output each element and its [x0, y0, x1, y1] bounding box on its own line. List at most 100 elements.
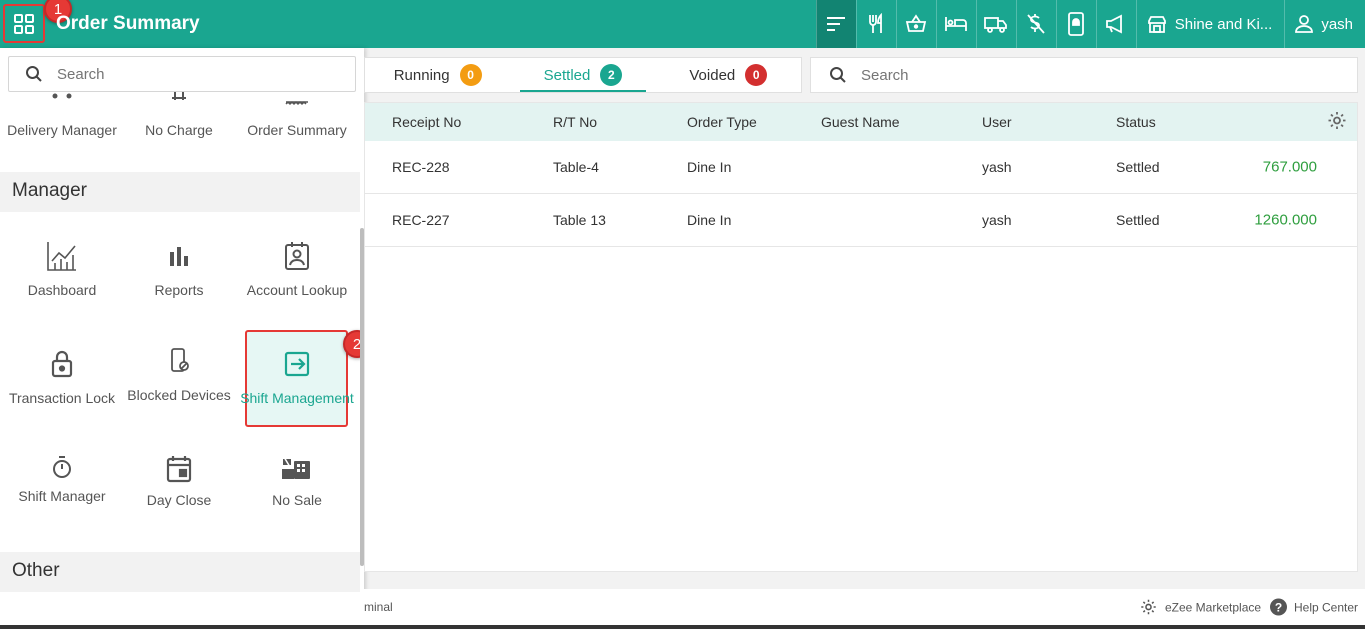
table-header: Receipt No R/T No Order Type Guest Name … — [365, 103, 1357, 141]
tile-label: Blocked Devices — [127, 387, 231, 403]
tile-label: Order Summary — [247, 122, 347, 138]
menu-shift-manager[interactable]: Shift Manager — [3, 454, 121, 506]
lock-icon — [51, 350, 73, 378]
menu-reports[interactable]: Reports — [120, 238, 238, 300]
grid-icon — [14, 13, 34, 34]
order-summary-icon — [285, 100, 308, 106]
user: yash — [982, 212, 1012, 228]
store-icon — [1147, 16, 1166, 33]
sidebar-menu: Delivery Manager No Charge Order Summary… — [0, 48, 364, 629]
col-guest-name: Guest Name — [821, 114, 900, 130]
col-status: Status — [1116, 114, 1156, 130]
help-icon: ? — [1270, 598, 1287, 616]
order-type: Dine In — [687, 159, 732, 175]
basket-button[interactable] — [895, 0, 936, 48]
tab-settled[interactable]: Settled 2 — [510, 58, 655, 92]
basket-icon — [906, 14, 927, 32]
col-receipt-no: Receipt No — [392, 114, 462, 130]
settled-count-badge: 2 — [600, 64, 623, 86]
sidebar-search[interactable] — [8, 56, 356, 92]
sort-button[interactable] — [815, 0, 856, 48]
menu-dashboard[interactable]: Dashboard — [3, 238, 121, 300]
page-title: Order Summary — [56, 13, 200, 34]
menu-no-sale[interactable]: No Sale — [238, 454, 356, 510]
room-button[interactable] — [935, 0, 976, 48]
rt-no: Table-4 — [553, 159, 599, 175]
receipt-no: REC-227 — [392, 212, 450, 228]
apps-menu-button[interactable] — [3, 4, 45, 43]
order-type: Dine In — [687, 212, 732, 228]
tab-running[interactable]: Running 0 — [365, 58, 510, 92]
menu-day-close[interactable]: Day Close — [120, 454, 238, 510]
taskbar-edge — [0, 625, 1365, 629]
status: Settled — [1116, 159, 1160, 175]
restaurant-icon — [869, 13, 883, 33]
menu-blocked-devices[interactable]: Blocked Devices — [120, 343, 238, 405]
menu-account-lookup[interactable]: Account Lookup — [238, 238, 356, 300]
calendar-icon — [166, 456, 192, 483]
menu-transaction-lock[interactable]: Transaction Lock — [3, 346, 121, 408]
shift-login-icon — [284, 351, 310, 377]
menu-order-summary[interactable]: Order Summary — [238, 92, 356, 140]
tab-voided[interactable]: Voided 0 — [656, 58, 801, 92]
restaurant-button[interactable] — [855, 0, 896, 48]
mobile-button[interactable] — [1055, 0, 1096, 48]
tile-label: No Sale — [272, 492, 322, 508]
sort-icon — [827, 17, 846, 31]
no-charge-menu-icon — [172, 92, 186, 100]
footer-terminal-text: minal — [364, 600, 393, 614]
status: Settled — [1116, 212, 1160, 228]
search-icon — [26, 66, 42, 82]
truck-icon — [984, 17, 1008, 33]
tab-label: Voided — [689, 66, 736, 84]
amount: 767.000 — [1262, 158, 1317, 176]
top-toolbar: Shine and Ki... yash — [815, 0, 1365, 48]
marketplace-label: eZee Marketplace — [1165, 600, 1262, 614]
col-rt-no: R/T No — [553, 114, 598, 130]
bed-icon — [945, 17, 968, 31]
order-search[interactable] — [810, 57, 1358, 93]
stopwatch-icon — [53, 456, 71, 478]
menu-delivery-manager[interactable]: Delivery Manager — [3, 92, 121, 140]
blocked-device-icon — [171, 348, 189, 372]
section-other: Other — [0, 552, 360, 592]
tile-label: Account Lookup — [246, 282, 348, 298]
order-status-tabs: Running 0 Settled 2 Voided 0 — [364, 57, 802, 93]
rt-no: Table 13 — [553, 212, 606, 228]
marketplace-link[interactable]: eZee Marketplace — [1140, 599, 1261, 616]
menu-shift-management[interactable]: Shift Management — [238, 346, 356, 408]
order-search-input[interactable] — [861, 66, 1261, 84]
col-user: User — [982, 114, 1012, 130]
gear-icon — [1141, 599, 1156, 615]
table-row[interactable]: REC-228 Table-4 Dine In yash Settled 767… — [365, 141, 1357, 194]
outlet-selector[interactable]: Shine and Ki... — [1135, 0, 1285, 48]
table-row[interactable]: REC-227 Table 13 Dine In yash Settled 12… — [365, 194, 1357, 247]
tab-label: Running — [393, 66, 450, 84]
search-icon — [830, 67, 846, 83]
outlet-name: Shine and Ki... — [1174, 15, 1273, 33]
cash-register-icon — [282, 456, 310, 479]
tab-label: Settled — [543, 66, 591, 84]
receipt-no: REC-228 — [392, 159, 450, 175]
section-manager: Manager — [0, 172, 360, 212]
megaphone-icon — [1106, 14, 1123, 34]
user-menu[interactable]: yash — [1284, 0, 1365, 48]
tile-label: Shift Management — [240, 390, 354, 406]
help-center-link[interactable]: ? Help Center — [1270, 598, 1359, 616]
tile-label: Reports — [154, 282, 204, 298]
sidebar-search-input[interactable] — [57, 65, 317, 83]
tile-label: Transaction Lock — [8, 390, 116, 406]
contact-card-icon — [285, 242, 309, 270]
running-count-badge: 0 — [459, 64, 482, 86]
help-label: Help Center — [1294, 600, 1359, 614]
menu-no-charge[interactable]: No Charge — [120, 92, 238, 140]
mobile-icon — [1068, 12, 1085, 36]
tile-label: Dashboard — [27, 282, 97, 298]
no-charge-button[interactable] — [1015, 0, 1056, 48]
col-order-type: Order Type — [687, 114, 757, 130]
announcement-button[interactable] — [1095, 0, 1136, 48]
user-icon — [1295, 15, 1314, 33]
delivery-button[interactable] — [975, 0, 1016, 48]
gear-icon — [1328, 112, 1346, 129]
table-settings-button[interactable] — [1327, 111, 1347, 134]
